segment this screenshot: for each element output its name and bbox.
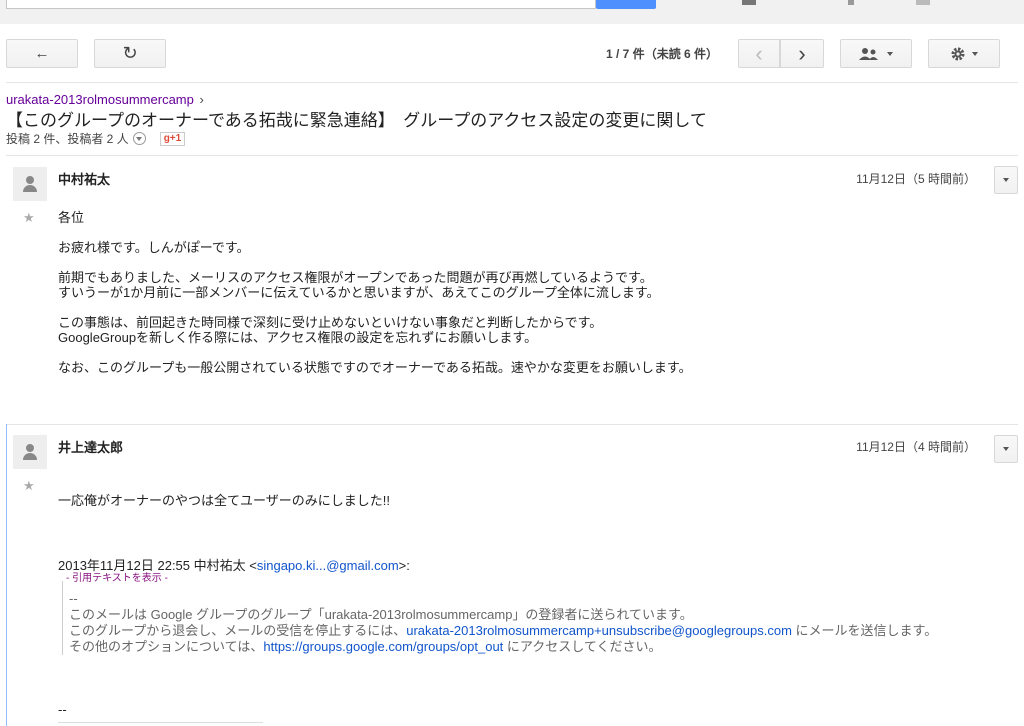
quote-line-prefix: このグループから退会し、メールの受信を停止するには、 bbox=[69, 623, 407, 638]
message-menu-button[interactable] bbox=[994, 166, 1018, 194]
quote-line: このグループから退会し、メールの受信を停止するには、urakata-2013ro… bbox=[69, 623, 942, 639]
stats-dropdown-icon[interactable] bbox=[132, 132, 146, 145]
star-icon[interactable]: ★ bbox=[23, 210, 35, 226]
quote-dash: -- bbox=[69, 591, 78, 606]
signature-line bbox=[58, 722, 263, 723]
notifications-icon[interactable] bbox=[848, 0, 854, 5]
refresh-icon: ↻ bbox=[122, 43, 138, 63]
share-icon[interactable] bbox=[916, 0, 930, 5]
breadcrumb-separator: › bbox=[199, 92, 204, 107]
unsubscribe-email-link[interactable]: urakata-2013rolmosummercamp+unsubscribe@… bbox=[406, 623, 792, 638]
opt-out-link[interactable]: https://groups.google.com/groups/opt_out bbox=[263, 639, 503, 654]
avatar bbox=[13, 435, 47, 469]
quote-line: このメールは Google グループのグループ「urakata-2013rolm… bbox=[69, 607, 693, 622]
post-stats-text: 投稿 2 件、投稿者 2 人 bbox=[6, 132, 129, 146]
message-menu-button[interactable] bbox=[994, 435, 1018, 463]
breadcrumb: urakata-2013rolmosummercamp › bbox=[6, 92, 204, 107]
refresh-button[interactable]: ↻ bbox=[94, 39, 166, 68]
selected-message-indicator bbox=[6, 424, 7, 726]
message-author[interactable]: 中村祐太 bbox=[58, 169, 110, 188]
people-icon bbox=[859, 47, 878, 60]
apps-icon[interactable] bbox=[742, 0, 756, 5]
chevron-left-icon: ‹ bbox=[755, 40, 763, 66]
avatar bbox=[13, 167, 47, 201]
top-bar bbox=[0, 0, 1024, 24]
members-button[interactable] bbox=[840, 39, 912, 68]
quote-line-suffix: にメールを送信します。 bbox=[791, 623, 938, 638]
search-button[interactable] bbox=[596, 0, 656, 9]
gear-icon bbox=[951, 47, 965, 60]
quote-header-suffix: >: bbox=[398, 558, 410, 573]
message-paragraph: お疲れ様です。しんがぽーです。 bbox=[58, 240, 250, 255]
breadcrumb-group-link[interactable]: urakata-2013rolmosummercamp bbox=[6, 92, 194, 107]
star-icon[interactable]: ★ bbox=[23, 478, 35, 494]
back-button[interactable]: ← bbox=[6, 39, 78, 68]
message-body: 各位 お疲れ様です。しんがぽーです。 前期でもありました、メーリスのアクセス権限… bbox=[58, 210, 692, 390]
message-author[interactable]: 井上達太郎 bbox=[58, 437, 123, 456]
toolbar-divider bbox=[6, 82, 1018, 83]
next-page-button[interactable]: › bbox=[780, 39, 824, 68]
chevron-right-icon: › bbox=[798, 40, 806, 66]
message-paragraph: 各位 bbox=[58, 210, 85, 225]
message-body: 一応俺がオーナーのやつは全てユーザーのみにしました!! bbox=[58, 493, 390, 508]
gplus-button[interactable]: g+1 bbox=[159, 131, 186, 146]
settings-button[interactable] bbox=[928, 39, 1000, 68]
quote-line: その他のオプションについては、https://groups.google.com… bbox=[69, 639, 942, 655]
message-date: 11月12日（4 時間前） bbox=[856, 440, 976, 454]
pagination-range: 1 / 7 件 bbox=[606, 47, 645, 61]
chevron-down-icon bbox=[887, 51, 893, 56]
header-divider bbox=[6, 155, 1018, 156]
chevron-down-icon bbox=[972, 51, 978, 56]
message-date: 11月12日（5 時間前） bbox=[856, 172, 976, 186]
quote-line-suffix: にアクセスしてください。 bbox=[503, 639, 662, 654]
message-paragraph: 前期でもありました、メーリスのアクセス権限がオープンであった問題が再び再燃してい… bbox=[58, 270, 653, 285]
signature-dash: -- bbox=[58, 702, 67, 717]
search-input[interactable] bbox=[6, 0, 596, 9]
thread-title: 【このグループのオーナーである拓哉に緊急連絡】 グループのアクセス設定の変更に関… bbox=[6, 111, 707, 130]
unread-count: （未読 6 件） bbox=[644, 47, 719, 61]
chevron-down-icon bbox=[1003, 447, 1009, 451]
back-arrow-icon: ← bbox=[34, 45, 50, 62]
message-paragraph: GoogleGroupを新しく作る際には、アクセス権限の設定を忘れずにお願いしま… bbox=[58, 330, 538, 345]
message-paragraph: すいうーが1か月前に一部メンバーに伝えているかと思いますが、あえてこのグループ全… bbox=[58, 285, 660, 300]
prev-page-button[interactable]: ‹ bbox=[738, 39, 780, 68]
chevron-down-icon bbox=[1003, 178, 1009, 182]
quote-author-email[interactable]: singapo.ki...@gmail.com bbox=[257, 558, 399, 573]
message-paragraph: なお、このグループも一般公開されている状態ですのでオーナーである拓哉。速やかな変… bbox=[58, 360, 692, 375]
message-paragraph: この事態は、前回起きた時同様で深刻に受け止めないといけない事象だと判断したからで… bbox=[58, 315, 603, 330]
pagination-status: 1 / 7 件（未読 6 件） bbox=[606, 45, 718, 62]
post-stats: 投稿 2 件、投稿者 2 人 g+1 bbox=[6, 130, 186, 147]
quoted-text: -- このメールは Google グループのグループ「urakata-2013r… bbox=[62, 581, 942, 655]
quote-line-prefix: その他のオプションについては、 bbox=[69, 639, 264, 654]
message-divider bbox=[6, 424, 1018, 425]
